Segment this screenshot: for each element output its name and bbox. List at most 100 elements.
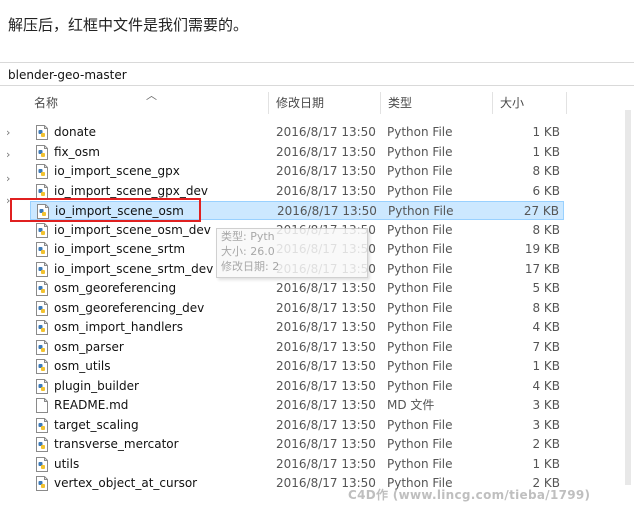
file-modified-date: 2016/8/17 13:50 <box>276 456 376 471</box>
file-size: 1 KB <box>532 144 560 159</box>
python-file-icon <box>36 281 48 296</box>
file-size: 27 KB <box>523 204 559 218</box>
file-modified-date: 2016/8/17 13:50 <box>276 339 376 354</box>
tooltip-type: 类型: Pyth <box>221 230 275 243</box>
file-name: plugin_builder <box>54 378 139 393</box>
file-size: 6 KB <box>532 183 560 198</box>
python-file-icon <box>36 261 48 277</box>
file-row[interactable]: io_import_scene_osm 2016/8/17 13:50 Python… <box>30 201 564 220</box>
file-modified-date: 2016/8/17 13:50 <box>276 125 376 139</box>
column-divider[interactable] <box>492 92 493 114</box>
file-row[interactable]: target_scaling 2016/8/17 13:50 Python File… <box>30 416 564 435</box>
column-header-size[interactable]: 大小 <box>500 90 524 116</box>
file-type: Python File <box>387 144 453 159</box>
file-row[interactable]: transverse_mercator 2016/8/17 13:50 Python… <box>30 435 564 454</box>
python-file-icon <box>36 476 48 491</box>
file-size: 1 KB <box>532 359 560 373</box>
file-row[interactable]: osm_georeferencing_dev 2016/8/17 13:50 Pyt… <box>30 299 564 318</box>
file-row[interactable]: utils 2016/8/17 13:50 Python File 1 KB <box>30 455 564 474</box>
file-name: fix_osm <box>54 144 100 159</box>
python-file-icon <box>36 456 48 472</box>
column-divider[interactable] <box>566 92 567 114</box>
file-row[interactable]: osm_parser 2016/8/17 13:50 Python File 7 KB <box>30 338 564 357</box>
file-modified-date: 2016/8/17 13:50 <box>276 183 376 198</box>
file-row[interactable]: fix_osm 2016/8/17 13:50 Python File 1 KB <box>30 143 564 162</box>
file-size: 19 KB <box>524 242 560 256</box>
chevron-right-icon[interactable]: › <box>6 126 10 139</box>
file-name: io_import_scene_srtm_dev <box>54 261 214 276</box>
navigation-pane: › › › › <box>0 88 18 513</box>
column-header-date[interactable]: 修改日期 <box>276 90 324 116</box>
file-row[interactable]: osm_import_handlers 2016/8/17 13:50 Python… <box>30 318 564 337</box>
file-name: transverse_mercator <box>54 437 179 451</box>
address-bar[interactable]: blender-geo-master <box>0 62 634 86</box>
file-row[interactable]: osm_utils 2016/8/17 13:50 Python File 1 KB <box>30 357 564 376</box>
file-size: 1 KB <box>532 456 560 471</box>
file-size: 8 KB <box>532 222 560 237</box>
column-divider[interactable] <box>380 92 381 114</box>
file-modified-date: 2016/8/17 13:50 <box>277 204 377 218</box>
chevron-right-icon[interactable]: › <box>6 148 10 161</box>
python-file-icon <box>36 320 48 335</box>
file-size: 7 KB <box>532 339 560 354</box>
file-name: io_import_scene_srtm <box>54 242 186 256</box>
file-modified-date: 2016/8/17 13:50 <box>276 281 376 295</box>
file-row[interactable]: donate 2016/8/17 13:50 Python File 1 KB <box>30 123 564 142</box>
file-name: utils <box>54 456 80 471</box>
file-modified-date: 2016/8/17 13:50 <box>276 300 376 315</box>
file-name: vertex_object_at_cursor <box>54 476 198 490</box>
python-file-icon <box>36 378 48 394</box>
python-file-icon <box>36 300 48 316</box>
file-size: 1 KB <box>532 125 560 139</box>
file-size: 8 KB <box>532 164 560 178</box>
file-name: io_import_scene_osm_dev <box>54 222 211 237</box>
file-type: Python File <box>387 359 453 373</box>
file-name: osm_georeferencing_dev <box>54 300 205 315</box>
file-row[interactable]: io_import_scene_gpx_dev 2016/8/17 13:50 Py… <box>30 182 564 201</box>
python-file-icon <box>36 164 48 179</box>
file-name: target_scaling <box>54 417 139 432</box>
caption-text: 解压后，红框中文件是我们需要的。 <box>8 16 249 34</box>
column-header-name[interactable]: 名称 <box>34 90 58 116</box>
python-file-icon <box>36 359 48 374</box>
tooltip-modified: 修改日期: 2 <box>221 260 280 273</box>
chevron-right-icon[interactable]: › <box>6 194 10 207</box>
file-size: 3 KB <box>532 417 560 432</box>
column-header: ︿ 名称 修改日期 类型 大小 <box>18 89 634 116</box>
file-name: osm_parser <box>54 339 124 354</box>
file-type: Python File <box>387 261 453 276</box>
file-modified-date: 2016/8/17 13:50 <box>276 320 376 334</box>
python-file-icon <box>36 222 48 238</box>
tooltip-size: 大小: 26.0 <box>221 245 275 258</box>
chevron-right-icon[interactable]: › <box>6 172 10 185</box>
file-size: 3 KB <box>532 398 560 412</box>
python-file-icon <box>36 437 48 452</box>
file-row[interactable]: io_import_scene_gpx 2016/8/17 13:50 Python… <box>30 162 564 181</box>
file-modified-date: 2016/8/17 13:50 <box>276 144 376 159</box>
file-type: Python File <box>387 437 453 451</box>
file-modified-date: 2016/8/17 13:50 <box>276 359 376 373</box>
column-header-type[interactable]: 类型 <box>388 90 412 116</box>
python-file-icon <box>36 144 48 160</box>
file-size: 4 KB <box>532 378 560 393</box>
python-file-icon <box>36 125 48 140</box>
file-modified-date: 2016/8/17 13:50 <box>276 398 376 412</box>
file-type: Python File <box>387 183 453 198</box>
file-row[interactable]: README.md 2016/8/17 13:50 MD 文件 3 KB <box>30 396 564 415</box>
file-type: Python File <box>387 125 453 139</box>
watermark-text: C4D作 (www.lincg.com/tieba/1799) <box>348 488 591 502</box>
file-name: io_import_scene_gpx_dev <box>54 183 208 198</box>
file-size: 5 KB <box>532 281 560 295</box>
file-row[interactable]: osm_georeferencing 2016/8/17 13:50 Python … <box>30 279 564 298</box>
vertical-scrollbar[interactable] <box>625 110 631 485</box>
file-tooltip: 类型: Pyth 大小: 26.0 修改日期: 2 <box>216 228 368 278</box>
file-row[interactable]: plugin_builder 2016/8/17 13:50 Python File… <box>30 377 564 396</box>
file-type: Python File <box>387 242 453 256</box>
python-file-icon <box>36 417 48 433</box>
file-type: Python File <box>387 456 453 471</box>
file-type: MD 文件 <box>387 398 435 412</box>
file-name: osm_import_handlers <box>54 320 183 334</box>
file-type: Python File <box>387 281 453 295</box>
column-divider[interactable] <box>268 92 269 114</box>
file-name: io_import_scene_gpx <box>54 164 180 178</box>
